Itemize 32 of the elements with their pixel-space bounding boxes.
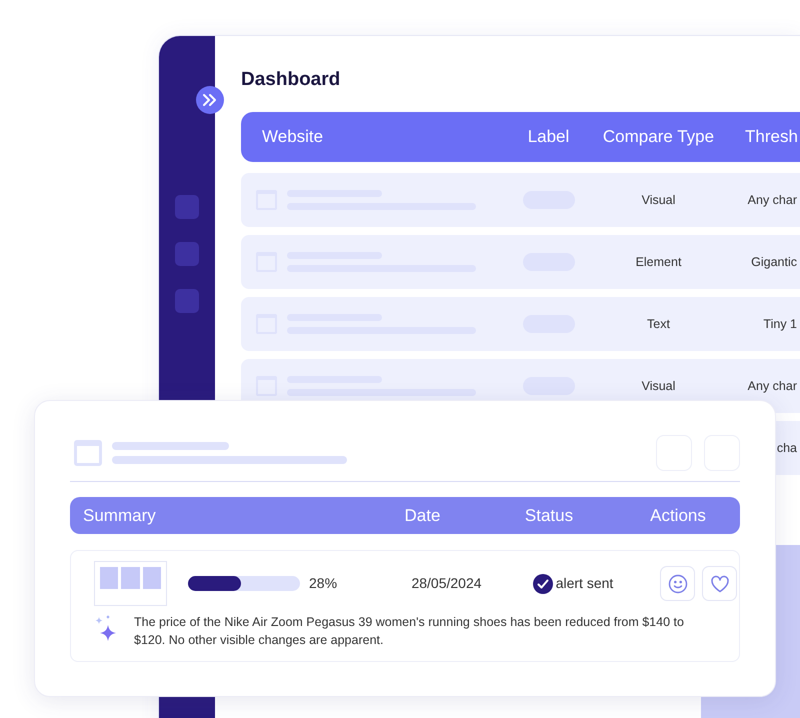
- sidebar-item[interactable]: [175, 242, 199, 266]
- threshold: cha: [776, 440, 797, 457]
- threshold: Tiny 1: [763, 316, 797, 333]
- compare-type: Visual: [642, 192, 676, 209]
- date-text: 28/05/2024: [410, 574, 483, 593]
- column-header: Actions: [649, 504, 707, 527]
- percent-text: 28%: [309, 574, 338, 593]
- threshold: Any char: [748, 192, 797, 209]
- smile-button[interactable]: [660, 566, 695, 601]
- heart-button[interactable]: [702, 566, 737, 601]
- sidebar-item[interactable]: [175, 195, 199, 219]
- column-header: Status: [524, 504, 574, 527]
- column-header: Website: [261, 126, 324, 148]
- check-circle-icon: [532, 574, 553, 594]
- page-title: Dashboard: [241, 68, 342, 92]
- page-icon: [74, 440, 102, 466]
- sidebar-item[interactable]: [175, 289, 199, 313]
- double-chevron-icon: [202, 93, 218, 107]
- status-text: alert sent: [556, 574, 614, 593]
- column-header: Compare Type: [602, 126, 716, 148]
- compare-type: Text: [647, 316, 670, 333]
- column-header: Summary: [82, 504, 157, 527]
- heart-icon: [710, 574, 730, 592]
- compare-type: Element: [636, 254, 682, 271]
- column-header: Thresh: [744, 126, 799, 148]
- threshold: Any char: [748, 378, 797, 395]
- threshold: Gigantic: [751, 254, 797, 271]
- summary-text: The price of the Nike Air Zoom Pegasus 39 women's running shoes has been reduced from $140 to $120. No other visible changes are apparent.: [134, 614, 685, 649]
- column-header: Label: [526, 126, 570, 148]
- smile-icon: [668, 574, 688, 594]
- column-header: Date: [404, 504, 442, 527]
- compare-type: Visual: [642, 378, 676, 395]
